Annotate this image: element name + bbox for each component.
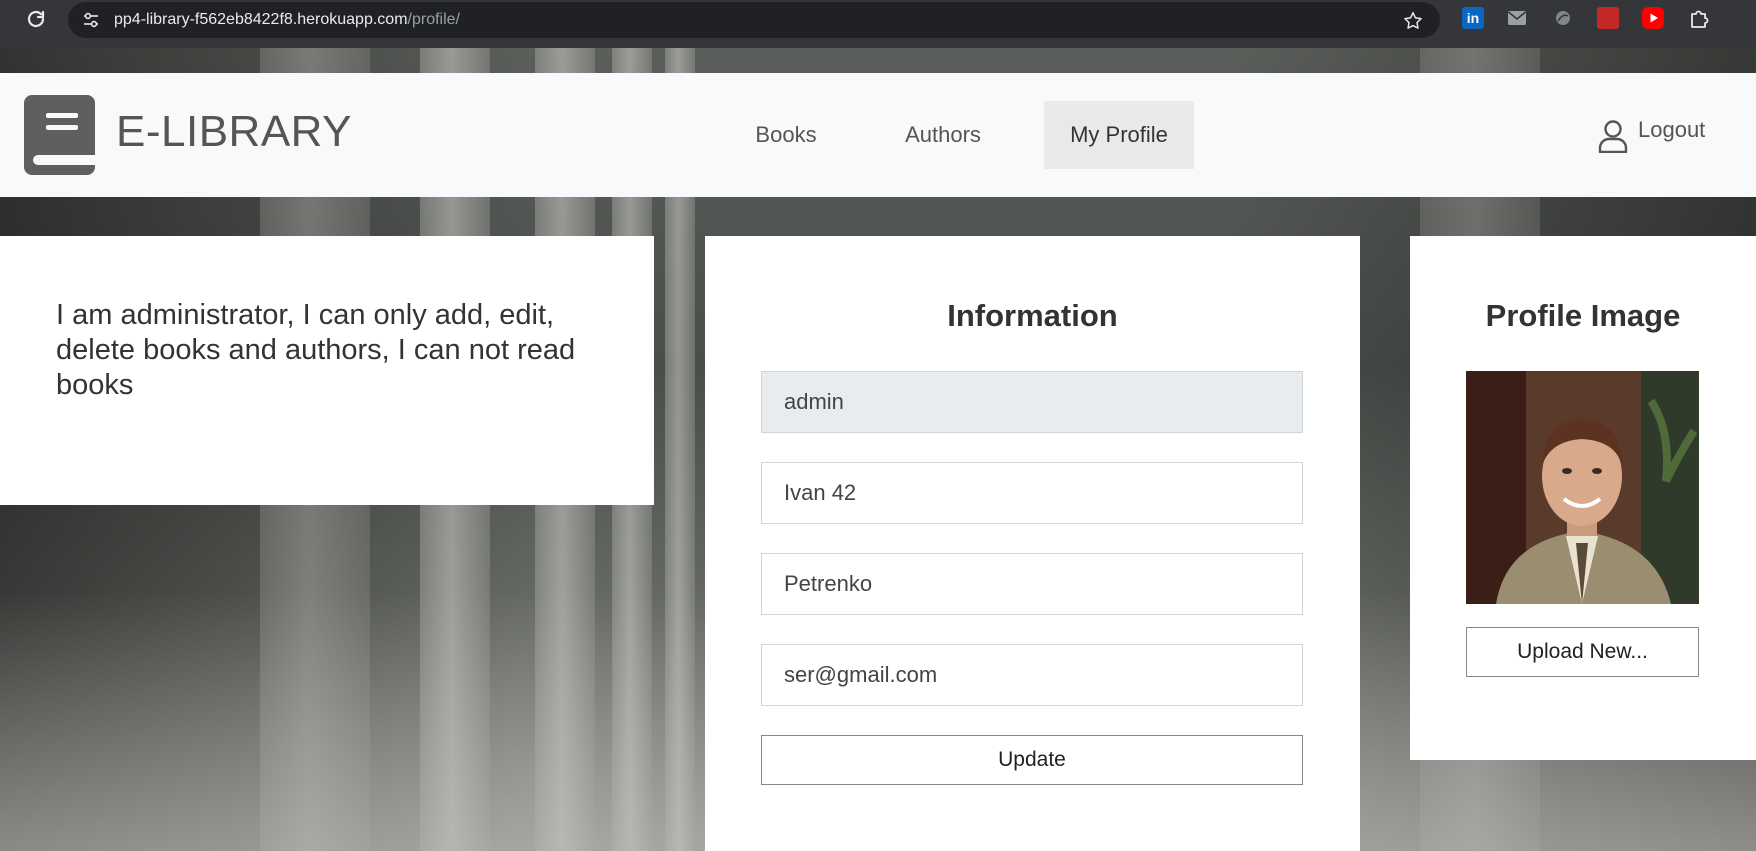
- book-icon[interactable]: [1597, 7, 1619, 29]
- site-settings-icon[interactable]: [82, 11, 100, 29]
- information-card: Information admin Ivan 42 Petrenko ser@g…: [705, 236, 1360, 851]
- profile-photo: [1466, 371, 1699, 604]
- address-bar[interactable]: pp4-library-f562eb8422f8.herokuapp.com/p…: [68, 2, 1440, 38]
- url-host: pp4-library-f562eb8422f8.herokuapp.com: [114, 11, 408, 28]
- profile-image-card: Profile Image Upload New...: [1410, 236, 1756, 760]
- admin-note-text: I am administrator, I can only add, edit…: [56, 299, 576, 401]
- last-name-field[interactable]: Petrenko: [761, 553, 1303, 615]
- mail-icon[interactable]: [1506, 7, 1528, 29]
- admin-note-card: I am administrator, I can only add, edit…: [0, 236, 654, 505]
- information-title: Information: [947, 298, 1118, 333]
- username-field: admin: [761, 371, 1303, 433]
- first-name-field[interactable]: Ivan 42: [761, 462, 1303, 524]
- profile-photo-image: [1466, 371, 1699, 604]
- linkedin-icon[interactable]: in: [1462, 7, 1484, 29]
- book-logo-icon[interactable]: [24, 95, 95, 175]
- upload-new-button[interactable]: Upload New...: [1466, 627, 1699, 677]
- reload-icon[interactable]: [24, 8, 48, 32]
- update-button[interactable]: Update: [761, 735, 1303, 785]
- url-path: /profile/: [407, 11, 460, 28]
- nav-books-link[interactable]: Books: [733, 101, 839, 169]
- youtube-icon[interactable]: [1642, 7, 1664, 29]
- main-navbar: E-LIBRARY Books Authors My Profile Logou…: [0, 73, 1756, 197]
- email-field[interactable]: ser@gmail.com: [761, 644, 1303, 706]
- logout-link[interactable]: Logout: [1638, 117, 1705, 143]
- puzzle-icon[interactable]: [1688, 7, 1710, 29]
- bookmark-star-icon[interactable]: [1402, 10, 1424, 32]
- user-icon[interactable]: [1597, 119, 1629, 153]
- profile-image-title: Profile Image: [1485, 298, 1681, 333]
- browser-toolbar: pp4-library-f562eb8422f8.herokuapp.com/p…: [0, 0, 1756, 48]
- nav-authors-link[interactable]: Authors: [883, 101, 1003, 169]
- circle-icon[interactable]: [1552, 7, 1574, 29]
- url-text: pp4-library-f562eb8422f8.herokuapp.com/p…: [114, 11, 460, 29]
- nav-my-profile-link[interactable]: My Profile: [1044, 101, 1194, 169]
- brand-title[interactable]: E-LIBRARY: [116, 107, 352, 157]
